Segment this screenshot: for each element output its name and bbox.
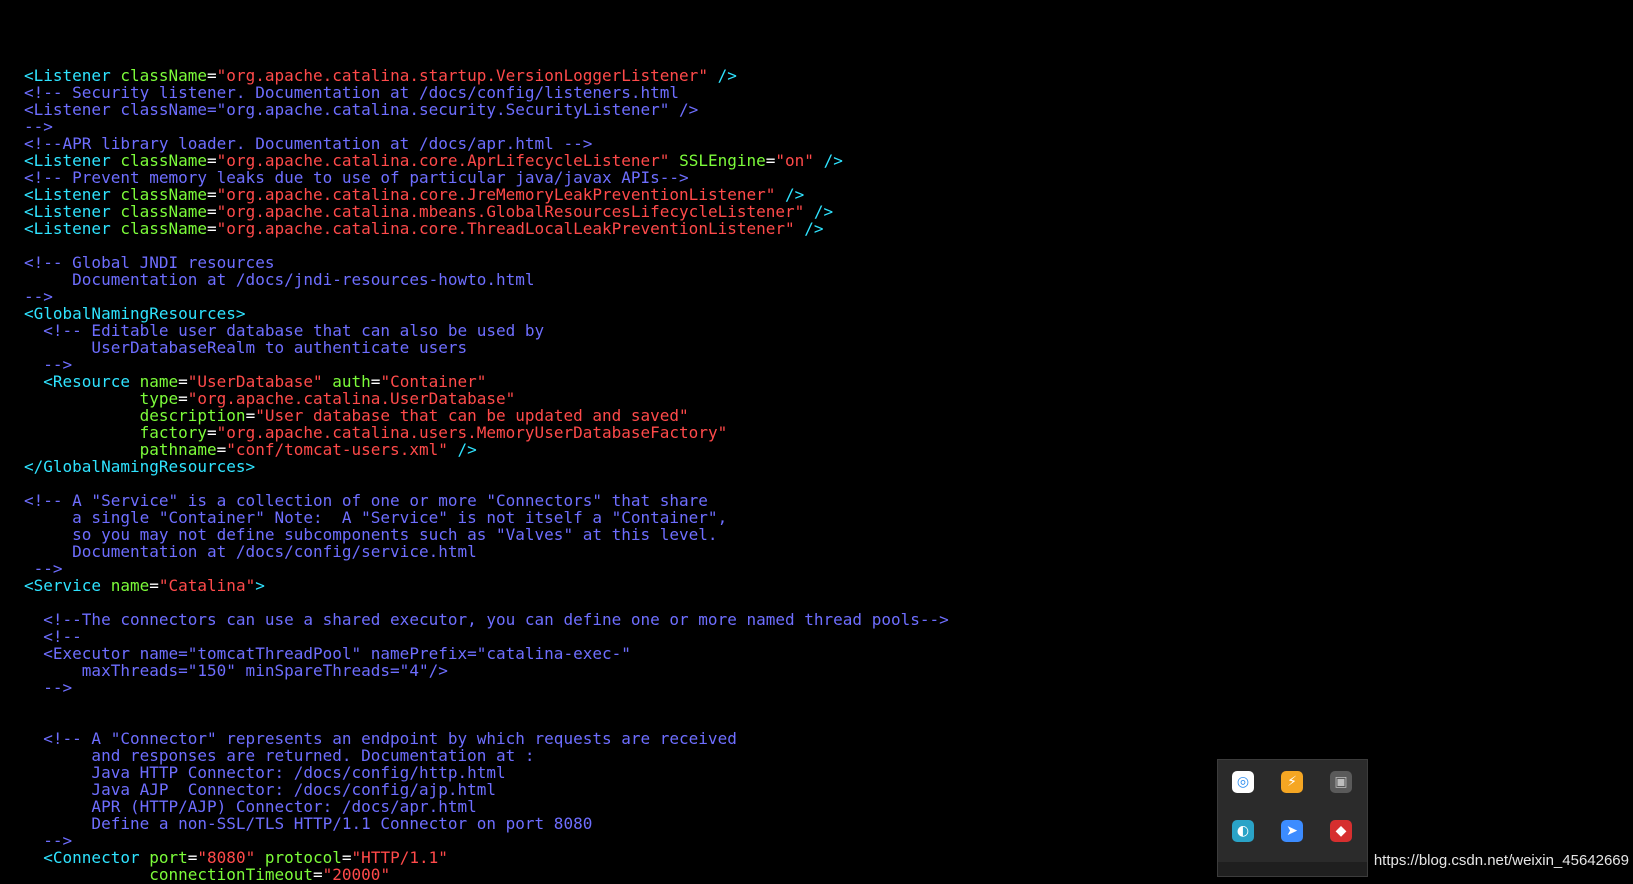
feishu-icon[interactable]: ➤	[1281, 820, 1303, 842]
code-line: <!-- Global JNDI resources	[24, 254, 949, 271]
code-line: factory="org.apache.catalina.users.Memor…	[24, 424, 949, 441]
code-line: connectionTimeout="20000"	[24, 866, 949, 883]
code-line: <Listener className="org.apache.catalina…	[24, 101, 949, 118]
code-line: -->	[24, 560, 949, 577]
code-line: and responses are returned. Documentatio…	[24, 747, 949, 764]
code-line: -->	[24, 356, 949, 373]
code-line: type="org.apache.catalina.UserDatabase"	[24, 390, 949, 407]
code-line: <Executor name="tomcatThreadPool" namePr…	[24, 645, 949, 662]
code-editor-content: <Listener className="org.apache.catalina…	[24, 50, 949, 883]
code-line: <!-- Security listener. Documentation at…	[24, 84, 949, 101]
antivirus-icon[interactable]: ◆	[1330, 820, 1352, 842]
code-line: -->	[24, 832, 949, 849]
code-token-attr: name	[110, 576, 150, 595]
code-token-comment: <!--The connectors can use a shared exec…	[24, 610, 949, 629]
code-token-tag: />	[707, 66, 737, 85]
code-line: <Listener className="org.apache.catalina…	[24, 203, 949, 220]
code-line: Define a non-SSL/TLS HTTP/1.1 Connector …	[24, 815, 949, 832]
meeting-app-icon[interactable]: ◐	[1232, 820, 1254, 842]
code-token-eq: =	[313, 865, 323, 884]
code-token-eq: =	[149, 576, 159, 595]
code-token-eq: =	[207, 219, 217, 238]
code-token-tag: />	[813, 151, 843, 170]
code-line: -->	[24, 679, 949, 696]
code-token-attr: SSLEngine	[679, 151, 766, 170]
code-line: <Listener className="org.apache.catalina…	[24, 186, 949, 203]
code-token-comment: <Listener className="org.apache.catalina…	[24, 100, 699, 119]
code-token-tag	[24, 865, 149, 884]
code-line: <!-- A "Service" is a collection of one …	[24, 492, 949, 509]
code-token-tag: <Service	[24, 576, 111, 595]
taskbar-strip	[1218, 862, 1367, 876]
code-token-comment: Documentation at /docs/config/service.ht…	[24, 542, 477, 561]
code-line: Documentation at /docs/jndi-resources-ho…	[24, 271, 949, 288]
code-line: <!-- Prevent memory leaks due to use of …	[24, 169, 949, 186]
code-line: <!-- A "Connector" represents an endpoin…	[24, 730, 949, 747]
code-line: maxThreads="150" minSpareThreads="4"/>	[24, 662, 949, 679]
code-line: -->	[24, 288, 949, 305]
code-token-val: "org.apache.catalina.core.ThreadLocalLea…	[216, 219, 795, 238]
code-token-comment: Define a non-SSL/TLS HTTP/1.1 Connector …	[24, 814, 593, 833]
baidu-netdisk-icon[interactable]: ◎	[1232, 771, 1254, 793]
code-line: Java HTTP Connector: /docs/config/http.h…	[24, 764, 949, 781]
code-line: <!-- Editable user database that can als…	[24, 322, 949, 339]
code-line: -->	[24, 118, 949, 135]
code-line: pathname="conf/tomcat-users.xml" />	[24, 441, 949, 458]
code-token-tag: </GlobalNamingResources>	[24, 457, 256, 476]
code-token-val: "on"	[775, 151, 814, 170]
code-line: Java AJP Connector: /docs/config/ajp.htm…	[24, 781, 949, 798]
code-token-attr: className	[120, 219, 208, 238]
code-line: <Connector port="8080" protocol="HTTP/1.…	[24, 849, 949, 866]
code-token-tag: />	[447, 440, 477, 459]
code-line: UserDatabaseRealm to authenticate users	[24, 339, 949, 356]
terminal-window[interactable]: <Listener className="org.apache.catalina…	[0, 0, 1633, 883]
network-device-icon[interactable]: ▣	[1330, 771, 1352, 793]
system-tray-overflow-panel: ◎ ⚡ ▣ ◐ ➤ ◆	[1217, 759, 1368, 877]
code-token-attr: connectionTimeout	[149, 865, 313, 884]
code-token-tag: >	[255, 576, 265, 595]
code-token-eq: =	[765, 151, 776, 170]
code-line: <!--APR library loader. Documentation at…	[24, 135, 949, 152]
code-token-tag: <Listener	[24, 219, 121, 238]
code-line: <Listener className="org.apache.catalina…	[24, 67, 949, 84]
code-line: Documentation at /docs/config/service.ht…	[24, 543, 949, 560]
code-line: <Resource name="UserDatabase" auth="Cont…	[24, 373, 949, 390]
code-line: a single "Container" Note: A "Service" i…	[24, 509, 949, 526]
watermark-text: https://blog.csdn.net/weixin_45642669	[1373, 852, 1629, 869]
code-line: so you may not define subcomponents such…	[24, 526, 949, 543]
code-line: <Listener className="org.apache.catalina…	[24, 152, 949, 169]
code-line: <!--The connectors can use a shared exec…	[24, 610, 949, 629]
code-token-comment: UserDatabaseRealm to authenticate users	[24, 338, 468, 357]
code-token-tag: />	[794, 219, 824, 238]
code-line: APR (HTTP/AJP) Connector: /docs/apr.html	[24, 798, 949, 815]
code-token-comment: Documentation at /docs/jndi-resources-ho…	[24, 270, 535, 289]
code-line: <!--	[24, 628, 949, 645]
security-shield-icon[interactable]: ⚡	[1281, 771, 1303, 793]
code-token-comment: maxThreads="150" minSpareThreads="4"/>	[24, 661, 448, 680]
code-token-val: "Catalina"	[158, 576, 256, 595]
code-line: description="User database that can be u…	[24, 407, 949, 424]
code-line: <GlobalNamingResources>	[24, 305, 949, 322]
code-line: </GlobalNamingResources>	[24, 458, 949, 475]
code-token-val: "20000"	[322, 865, 391, 884]
code-token-val: "conf/tomcat-users.xml"	[226, 440, 448, 459]
code-line: <Service name="Catalina">	[24, 577, 949, 594]
code-line: <Listener className="org.apache.catalina…	[24, 220, 949, 237]
